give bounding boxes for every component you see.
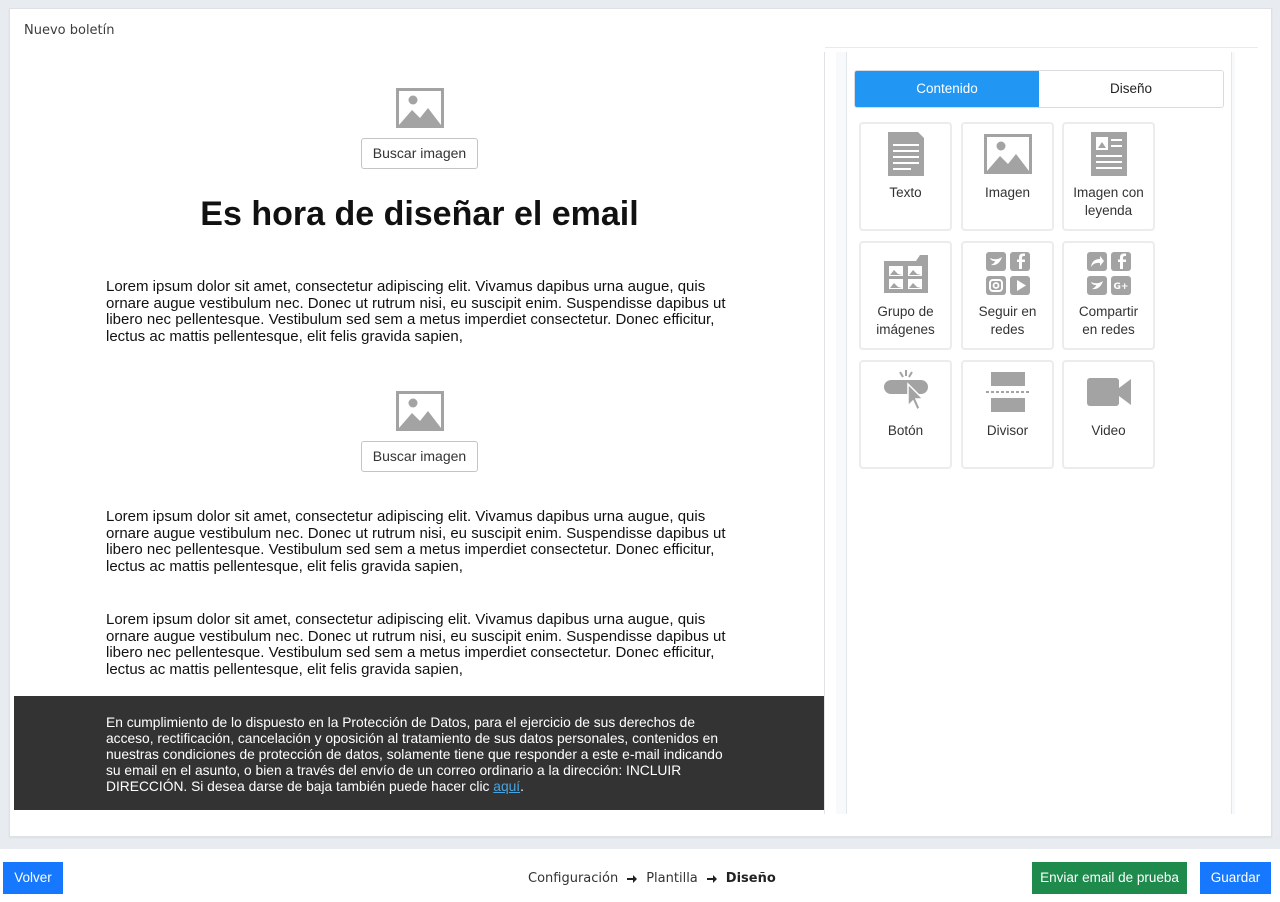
block-seguir-redes[interactable]: Seguir en redes [961,241,1054,350]
email-heading[interactable]: Es hora de diseñar el email [14,195,825,234]
block-label: Imagen [984,185,1031,200]
divider-icon [985,372,1030,412]
panel-tabs: Contenido Diseño [854,70,1224,108]
block-label: Texto [889,185,922,200]
email-canvas[interactable]: Buscar imagen Es hora de diseñar el emai… [14,40,825,810]
video-camera-icon [1086,378,1131,406]
step-diseno: Diseño [725,871,776,886]
wizard-steps: Configuración Plantilla Diseño [528,871,776,886]
block-imagen-con-leyenda[interactable]: Imagen con leyenda [1062,122,1155,231]
block-label: Botón [887,423,924,438]
arrow-right-icon [706,874,717,883]
find-image-button[interactable]: Buscar imagen [360,138,479,169]
social-follow-icon [985,252,1030,295]
tab-contenido[interactable]: Contenido [855,71,1039,107]
block-label: Compartir en redes [1078,304,1139,337]
block-label: Video [1091,423,1126,438]
legal-text: En cumplimiento de lo dispuesto en la Pr… [106,715,723,794]
image-icon [983,134,1032,174]
image-group-icon [883,255,928,293]
arrow-right-icon [627,874,638,883]
email-legal-footer[interactable]: En cumplimiento de lo dispuesto en la Pr… [14,696,825,810]
find-image-button[interactable]: Buscar imagen [360,441,479,472]
step-plantilla[interactable]: Plantilla [646,871,698,886]
save-button[interactable]: Guardar [1200,862,1271,894]
canvas-divider [824,52,825,814]
image-block-2[interactable]: Buscar imagen [14,391,825,472]
block-label: Divisor [986,423,1029,438]
social-share-icon: G+ [1086,252,1131,295]
block-label: Grupo de imágenes [876,304,935,337]
image-placeholder-icon [395,88,444,128]
image-placeholder-icon [395,391,444,431]
block-grupo-imagenes[interactable]: Grupo de imágenes [859,241,952,350]
page-title: Nuevo boletín [24,23,115,38]
block-boton[interactable]: Botón [859,360,952,469]
block-imagen[interactable]: Imagen [961,122,1054,231]
block-label: Seguir en redes [978,304,1037,337]
back-button[interactable]: Volver [3,862,63,894]
svg-text:G+: G+ [1113,282,1128,292]
block-compartir-redes[interactable]: G+ Compartir en redes [1062,241,1155,350]
tab-diseno[interactable]: Diseño [1039,71,1223,107]
image-block-1[interactable]: Buscar imagen [14,88,825,169]
email-paragraph[interactable]: Lorem ipsum dolor sit amet, consectetur … [106,508,730,575]
block-texto[interactable]: Texto [859,122,952,231]
email-paragraph[interactable]: Lorem ipsum dolor sit amet, consectetur … [106,278,730,345]
unsubscribe-link[interactable]: aquí [493,779,520,794]
block-label: Imagen con leyenda [1073,185,1144,218]
text-doc-icon [887,132,924,176]
step-configuracion[interactable]: Configuración [528,871,618,886]
image-caption-icon [1090,132,1127,176]
button-click-icon [883,370,928,412]
send-test-email-button[interactable]: Enviar email de prueba [1032,862,1187,894]
block-divisor[interactable]: Divisor [961,360,1054,469]
email-paragraph[interactable]: Lorem ipsum dolor sit amet, consectetur … [106,611,730,678]
block-video[interactable]: Video [1062,360,1155,469]
